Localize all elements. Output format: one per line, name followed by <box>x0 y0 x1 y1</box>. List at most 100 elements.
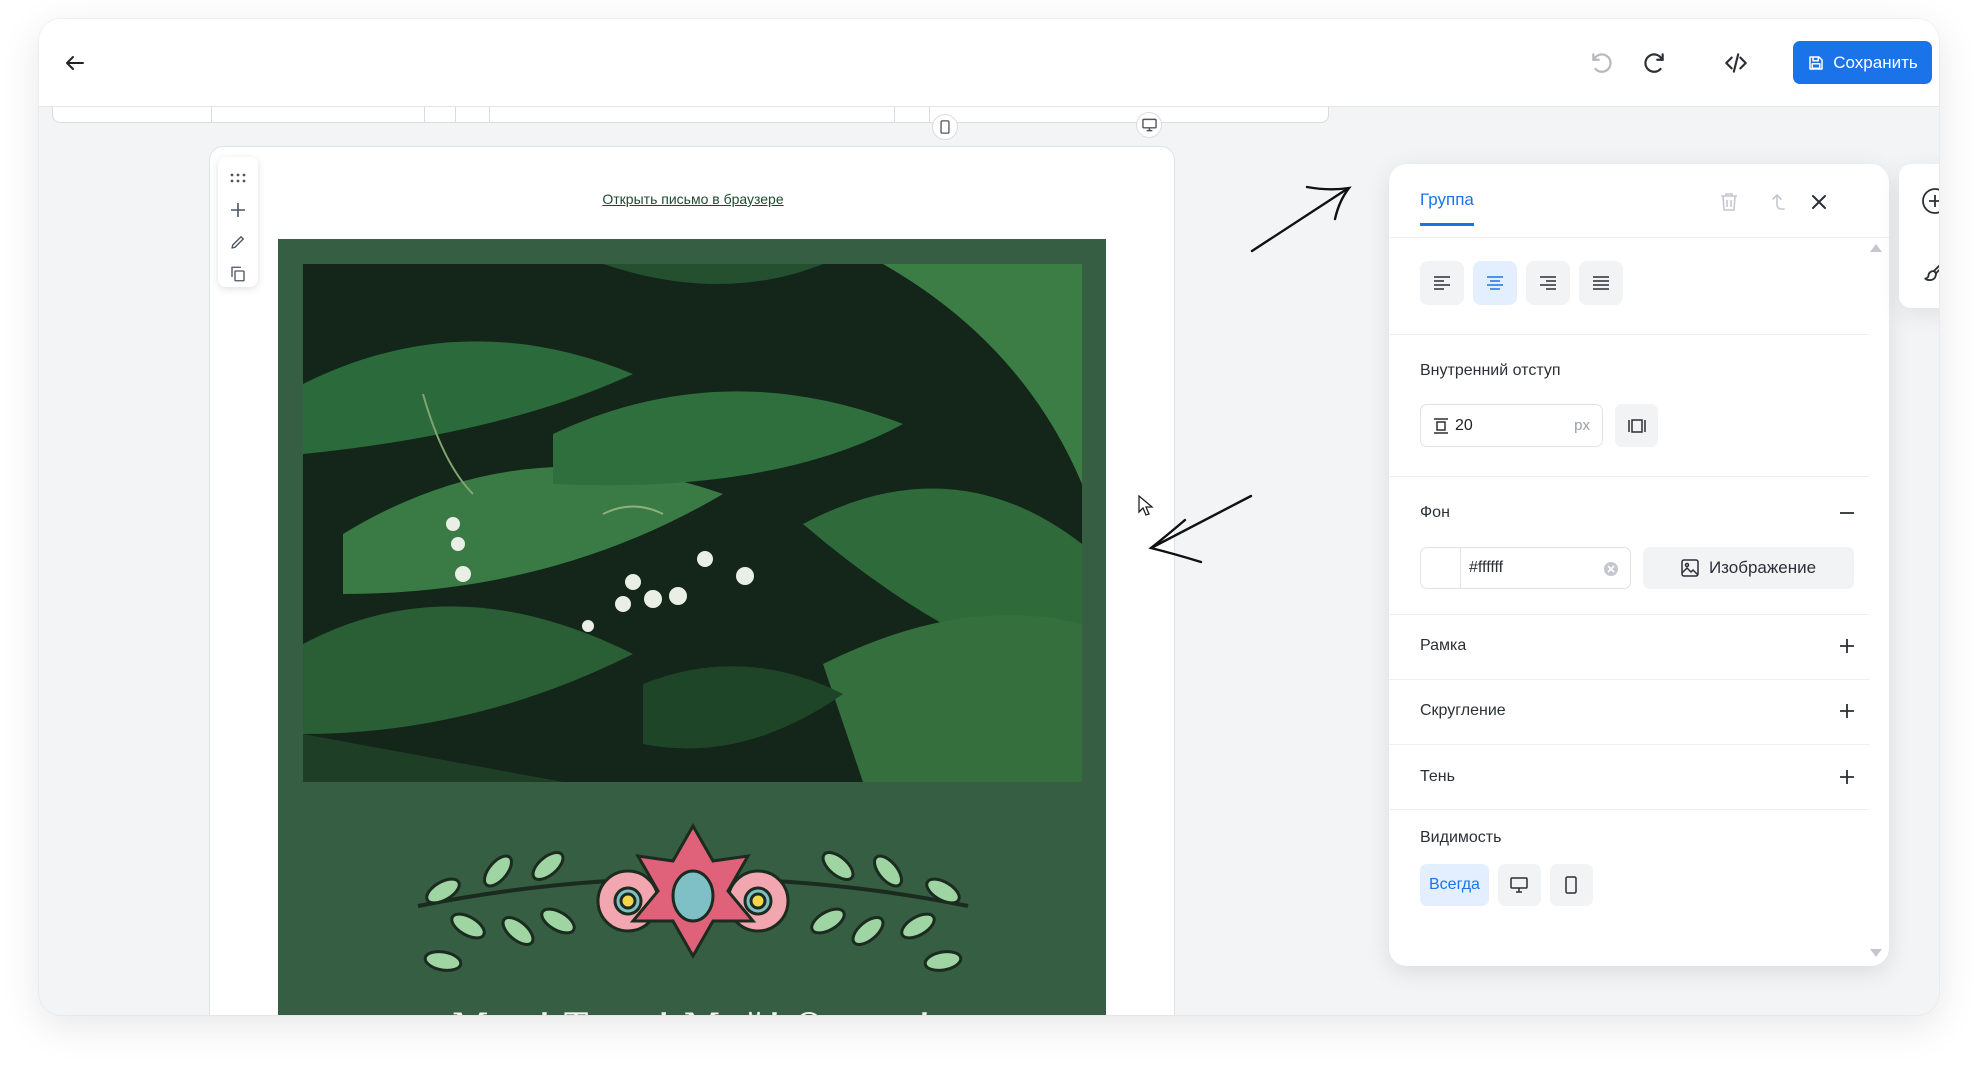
padding-unit: px <box>1574 417 1590 434</box>
padding-icon <box>1434 417 1448 434</box>
clear-icon[interactable] <box>1602 560 1620 578</box>
desktop-preview-toggle[interactable] <box>1136 112 1162 138</box>
background-color-field[interactable]: #ffffff <box>1420 547 1631 589</box>
panel-header: Группа <box>1389 164 1889 238</box>
email-headline[interactable]: Мир! Труд! Май! Отдых! <box>278 1007 1106 1015</box>
minus-icon <box>1840 512 1854 514</box>
radius-label: Скругление <box>1420 702 1506 719</box>
add-radius-button[interactable] <box>1834 698 1860 724</box>
padding-input[interactable]: 20 px <box>1420 404 1603 447</box>
add-shadow-button[interactable] <box>1834 764 1860 790</box>
divider <box>1389 334 1869 335</box>
plus-icon <box>1840 770 1854 784</box>
code-icon <box>1725 53 1747 73</box>
email-content-group[interactable]: Мир! Труд! Май! Отдых! <box>278 239 1106 1015</box>
align-justify-icon <box>1593 276 1609 290</box>
undo-icon <box>1592 53 1612 73</box>
email-canvas: Открыть письмо в браузере <box>209 146 1175 1015</box>
save-button-label: Сохранить <box>1833 52 1918 72</box>
divider <box>1389 744 1869 745</box>
phone-icon <box>1565 876 1578 894</box>
align-left-button[interactable] <box>1420 261 1464 305</box>
flower-garland-illustration <box>417 822 969 972</box>
column-divider <box>211 107 212 123</box>
background-color-value: #ffffff <box>1469 559 1504 576</box>
divider <box>1389 614 1869 615</box>
color-swatch[interactable] <box>1421 548 1461 588</box>
border-section: Рамка <box>1420 626 1860 666</box>
side-tools-panel <box>1899 164 1939 308</box>
align-right-icon <box>1540 276 1556 290</box>
add-border-button[interactable] <box>1834 633 1860 659</box>
delete-button[interactable] <box>1714 187 1744 217</box>
plus-circle-icon <box>1922 188 1939 214</box>
close-panel-button[interactable] <box>1804 187 1834 217</box>
mobile-preview-toggle[interactable] <box>932 114 958 140</box>
annotation-arrow-icon <box>1250 185 1352 253</box>
style-brush-button[interactable] <box>1917 253 1939 289</box>
phone-icon <box>940 120 950 134</box>
redo-icon <box>1644 53 1664 73</box>
column-divider <box>455 107 456 123</box>
edit-block-button[interactable] <box>224 229 252 255</box>
close-icon <box>1812 195 1826 209</box>
leaves-image <box>303 264 1082 782</box>
visibility-label: Видимость <box>1420 829 1502 846</box>
back-button[interactable] <box>53 41 97 85</box>
code-view-button[interactable] <box>1714 41 1758 85</box>
save-button[interactable]: Сохранить <box>1793 41 1932 84</box>
properties-panel: Группа Внутренний отступ 20 px Фон #ffff… <box>1389 164 1889 966</box>
redo-button[interactable] <box>1632 41 1676 85</box>
visibility-always-button[interactable]: Всегда <box>1420 864 1489 906</box>
padding-sides-icon <box>1627 418 1646 433</box>
email-editor-window: Сохранить Открыть письмо в браузере Груп… <box>39 19 1939 1015</box>
scroll-up-arrow[interactable] <box>1870 244 1882 252</box>
image-icon <box>1681 559 1699 577</box>
collapse-background-button[interactable] <box>1834 500 1860 526</box>
divider <box>1389 809 1869 810</box>
background-label: Фон <box>1420 504 1450 521</box>
border-label: Рамка <box>1420 637 1467 654</box>
divider <box>1389 679 1869 680</box>
column-divider <box>929 107 930 123</box>
align-right-button[interactable] <box>1526 261 1570 305</box>
scroll-down-arrow[interactable] <box>1870 949 1882 957</box>
column-divider <box>424 107 425 123</box>
drag-handle-icon <box>230 173 246 183</box>
visibility-section: Видимость Всегда <box>1420 829 1860 914</box>
column-divider <box>894 107 895 123</box>
align-center-icon <box>1487 276 1503 290</box>
arrow-left-icon <box>66 56 84 70</box>
block-toolbar <box>218 157 258 287</box>
visibility-mobile-button[interactable] <box>1549 864 1593 906</box>
column-divider <box>489 107 490 123</box>
add-element-button[interactable] <box>1917 183 1939 219</box>
background-image-button[interactable]: Изображение <box>1643 547 1854 589</box>
undo-button[interactable] <box>1580 41 1624 85</box>
drag-handle[interactable] <box>224 165 252 191</box>
radius-section: Скругление <box>1420 691 1860 731</box>
align-center-button[interactable] <box>1473 261 1517 305</box>
padding-value: 20 <box>1455 416 1473 434</box>
plus-icon <box>1840 639 1854 653</box>
open-in-browser-link[interactable]: Открыть письмо в браузере <box>210 191 1176 207</box>
copy-icon <box>231 266 245 282</box>
divider <box>1389 476 1869 477</box>
tab-group[interactable]: Группа <box>1420 190 1474 226</box>
lily-of-the-valley-photo[interactable] <box>303 264 1082 782</box>
individual-padding-toggle[interactable] <box>1615 404 1658 447</box>
visibility-desktop-button[interactable] <box>1497 864 1541 906</box>
brush-icon <box>1924 264 1939 281</box>
shadow-section: Тень <box>1420 757 1860 797</box>
align-left-icon <box>1434 276 1450 290</box>
monitor-icon <box>1510 877 1529 893</box>
alignment-section <box>1420 261 1860 305</box>
align-justify-button[interactable] <box>1579 261 1623 305</box>
plus-icon <box>1840 704 1854 718</box>
top-toolbar: Сохранить <box>39 19 1939 107</box>
shadow-label: Тень <box>1420 768 1455 785</box>
duplicate-block-button[interactable] <box>224 261 252 287</box>
padding-section: Внутренний отступ 20 px <box>1420 362 1860 452</box>
trash-icon <box>1721 193 1737 211</box>
select-parent-button[interactable] <box>1762 187 1792 217</box>
